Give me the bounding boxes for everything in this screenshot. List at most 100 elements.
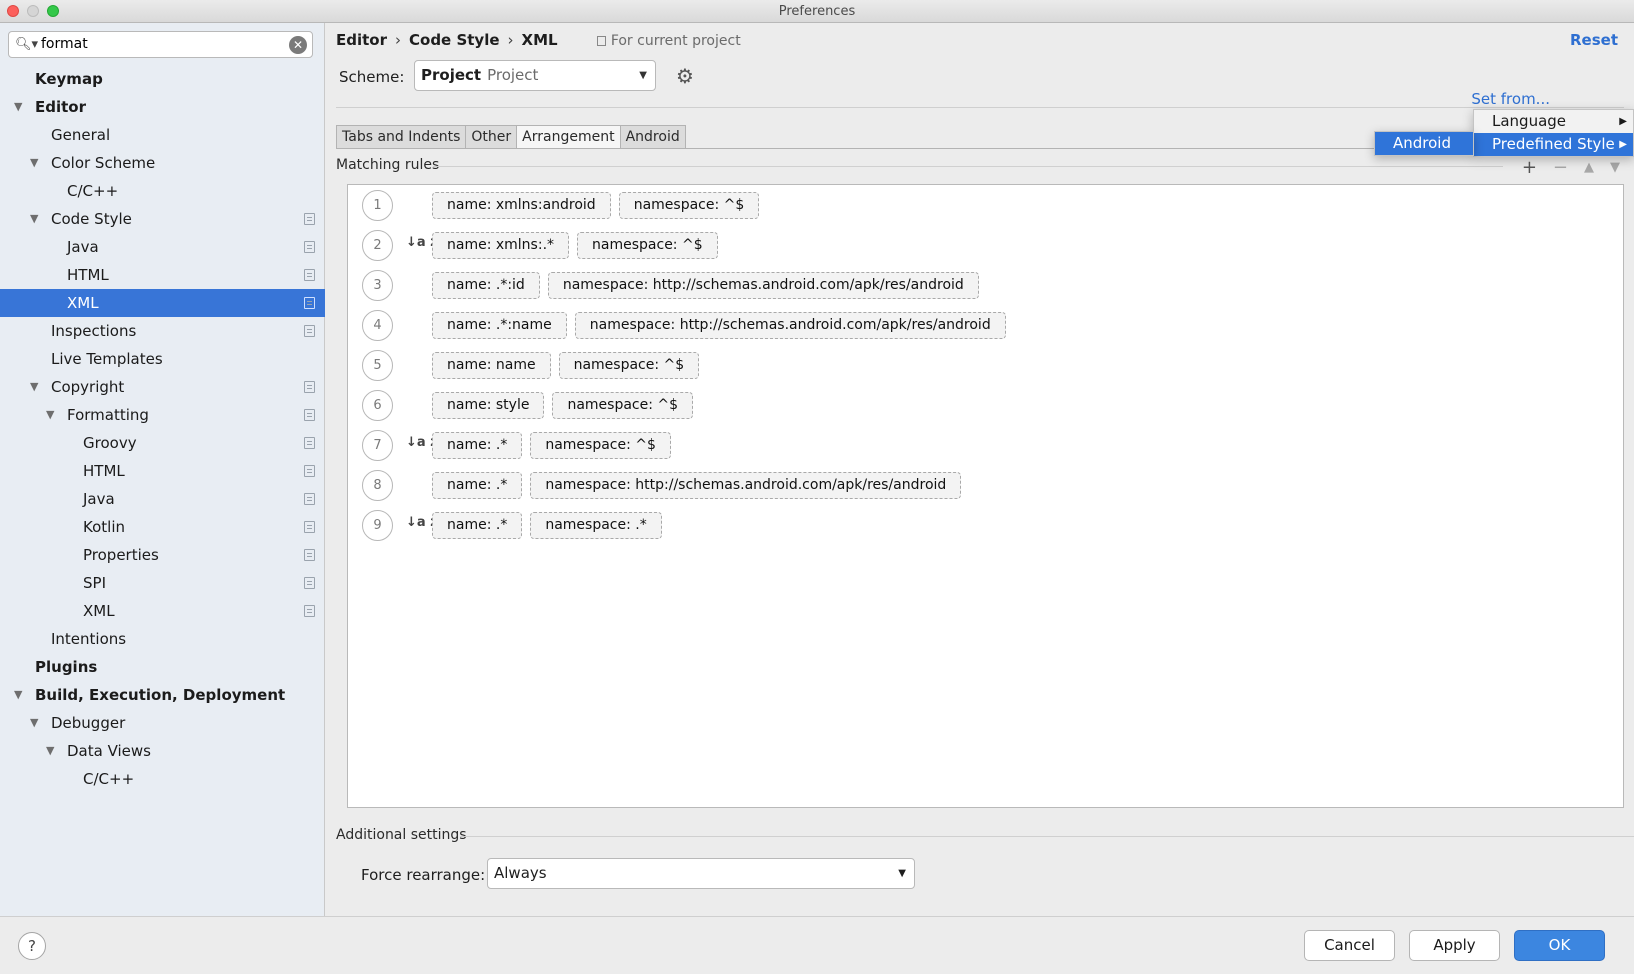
rule-condition-chip[interactable]: name: .* (432, 472, 523, 499)
tab-other[interactable]: Other (465, 125, 518, 149)
menu-item[interactable]: Language ▶ (1474, 110, 1633, 133)
rule-row[interactable]: 5 name: name namespace: ^$ (348, 347, 1623, 383)
menu-item-label: Android (1393, 134, 1451, 152)
rule-condition-chip[interactable]: namespace: http://schemas.android.com/ap… (547, 272, 979, 299)
sidebar-item-label: Color Scheme (51, 154, 156, 172)
expand-arrow-icon[interactable]: ▼ (30, 205, 38, 233)
force-rearrange-dropdown[interactable]: Always ▼ (487, 858, 915, 889)
sidebar-item[interactable]: ▼ Code Style (0, 205, 325, 233)
rule-conditions: name: .* namespace: ^$ (432, 432, 671, 459)
rule-condition-chip[interactable]: name: xmlns:.* (432, 232, 570, 259)
tab-tabs-and-indents[interactable]: Tabs and Indents (336, 125, 467, 149)
sidebar-item[interactable]: ▼ Build, Execution, Deployment (0, 681, 325, 709)
sidebar-item[interactable]: ▼ Editor (0, 93, 325, 121)
help-button[interactable]: ? (18, 932, 46, 960)
chevron-down-icon: ▼ (898, 868, 906, 879)
expand-arrow-icon[interactable]: ▼ (30, 709, 38, 737)
rule-row[interactable]: 9 ↓a z name: .* namespace: .* (348, 507, 1623, 543)
rule-condition-chip[interactable]: name: .* (432, 432, 523, 459)
sidebar-item[interactable]: Properties (0, 541, 325, 569)
sidebar-item[interactable]: SPI (0, 569, 325, 597)
expand-arrow-icon[interactable]: ▼ (14, 681, 22, 709)
rule-row[interactable]: 8 name: .* namespace: http://schemas.andro… (348, 467, 1623, 503)
rule-condition-chip[interactable]: name: .*:id (432, 272, 540, 299)
sidebar-item[interactable]: C/C++ (0, 765, 325, 793)
ok-button[interactable]: OK (1514, 930, 1605, 961)
title-bar: Preferences (0, 0, 1634, 23)
rule-row[interactable]: 2 ↓a z name: xmlns:.* namespace: ^$ (348, 227, 1623, 263)
rule-condition-chip[interactable]: namespace: http://schemas.android.com/ap… (530, 472, 962, 499)
sidebar-item[interactable]: Intentions (0, 625, 325, 653)
apply-button[interactable]: Apply (1409, 930, 1500, 961)
maximize-window-button[interactable] (47, 5, 59, 17)
sidebar-item[interactable]: XML (0, 597, 325, 625)
rule-condition-chip[interactable]: namespace: ^$ (552, 392, 694, 419)
rule-row[interactable]: 3 name: .*:id namespace: http://schemas.an… (348, 267, 1623, 303)
rule-condition-chip[interactable]: namespace: ^$ (577, 232, 718, 259)
cancel-button[interactable]: Cancel (1304, 930, 1395, 961)
expand-arrow-icon[interactable]: ▼ (30, 149, 38, 177)
expand-arrow-icon[interactable]: ▼ (14, 93, 22, 121)
breadcrumb-separator: › (507, 31, 514, 49)
rule-row[interactable]: 7 ↓a z name: .* namespace: ^$ (348, 427, 1623, 463)
rule-row[interactable]: 1 name: xmlns:android namespace: ^$ (348, 187, 1623, 223)
search-input[interactable] (41, 36, 291, 52)
close-window-button[interactable] (7, 5, 19, 17)
search-icon[interactable]: 🔍︎▾ (15, 37, 38, 52)
sidebar-item[interactable]: ▼ Color Scheme (0, 149, 325, 177)
minimize-window-button[interactable] (27, 5, 39, 17)
expand-arrow-icon[interactable]: ▼ (30, 373, 38, 401)
sidebar-item[interactable]: Kotlin (0, 513, 325, 541)
sidebar-item[interactable]: XML (0, 289, 325, 317)
sidebar-item[interactable]: Java (0, 485, 325, 513)
rule-condition-chip[interactable]: name: .* (432, 512, 523, 539)
sidebar-item[interactable]: General (0, 121, 325, 149)
tab-arrangement[interactable]: Arrangement (516, 125, 621, 149)
remove-rule-button[interactable]: − (1553, 157, 1568, 179)
sidebar-item[interactable]: ▼ Copyright (0, 373, 325, 401)
add-rule-button[interactable]: + (1522, 157, 1537, 179)
move-up-button[interactable]: ▲ (1584, 157, 1594, 179)
rule-condition-chip[interactable]: namespace: ^$ (558, 352, 700, 379)
sidebar-item[interactable]: HTML (0, 457, 325, 485)
rule-condition-chip[interactable]: namespace: .* (530, 512, 662, 539)
rule-condition-chip[interactable]: namespace: http://schemas.android.com/ap… (574, 312, 1006, 339)
gear-icon[interactable]: ⚙ (676, 64, 694, 88)
sidebar-item-label: Editor (35, 98, 86, 116)
rule-number: 6 (362, 390, 393, 421)
rule-condition-chip[interactable]: namespace: ^$ (530, 432, 671, 459)
menu-item[interactable]: Predefined Style ▶ (1474, 133, 1633, 156)
expand-arrow-icon[interactable]: ▼ (46, 401, 54, 429)
menu-item[interactable]: Android (1375, 132, 1473, 155)
search-box[interactable]: 🔍︎▾ ✕ (8, 31, 313, 58)
rule-conditions: name: .*:name namespace: http://schemas.a… (432, 312, 1006, 339)
rule-condition-chip[interactable]: name: xmlns:android (432, 192, 611, 219)
rule-condition-chip[interactable]: name: style (432, 392, 545, 419)
set-from-link[interactable]: Set from... (1471, 90, 1550, 108)
sidebar-item[interactable]: Keymap (0, 65, 325, 93)
rule-row[interactable]: 4 name: .*:name namespace: http://schemas.… (348, 307, 1623, 343)
sidebar-item[interactable]: ▼ Debugger (0, 709, 325, 737)
rule-condition-chip[interactable]: name: .*:name (432, 312, 567, 339)
clear-search-icon[interactable]: ✕ (289, 36, 307, 54)
move-down-button[interactable]: ▼ (1610, 157, 1620, 179)
rule-condition-chip[interactable]: namespace: ^$ (618, 192, 760, 219)
reset-link[interactable]: Reset (1570, 31, 1618, 49)
sidebar-item[interactable]: HTML (0, 261, 325, 289)
sidebar-item[interactable]: ▼ Formatting (0, 401, 325, 429)
rule-row[interactable]: 6 name: style namespace: ^$ (348, 387, 1623, 423)
sidebar-item[interactable]: C/C++ (0, 177, 325, 205)
tab-android[interactable]: Android (619, 125, 686, 149)
rule-condition-chip[interactable]: name: name (432, 352, 551, 379)
expand-arrow-icon[interactable]: ▼ (46, 737, 54, 765)
sidebar-item[interactable]: Plugins (0, 653, 325, 681)
sidebar-item-label: XML (67, 294, 99, 312)
rule-number: 3 (362, 270, 393, 301)
project-settings-icon (304, 297, 315, 309)
scheme-dropdown[interactable]: Project Project ▼ (414, 60, 656, 91)
sidebar-item[interactable]: Inspections (0, 317, 325, 345)
sidebar-item[interactable]: Groovy (0, 429, 325, 457)
sidebar-item[interactable]: Java (0, 233, 325, 261)
sidebar-item[interactable]: ▼ Data Views (0, 737, 325, 765)
sidebar-item[interactable]: Live Templates (0, 345, 325, 373)
